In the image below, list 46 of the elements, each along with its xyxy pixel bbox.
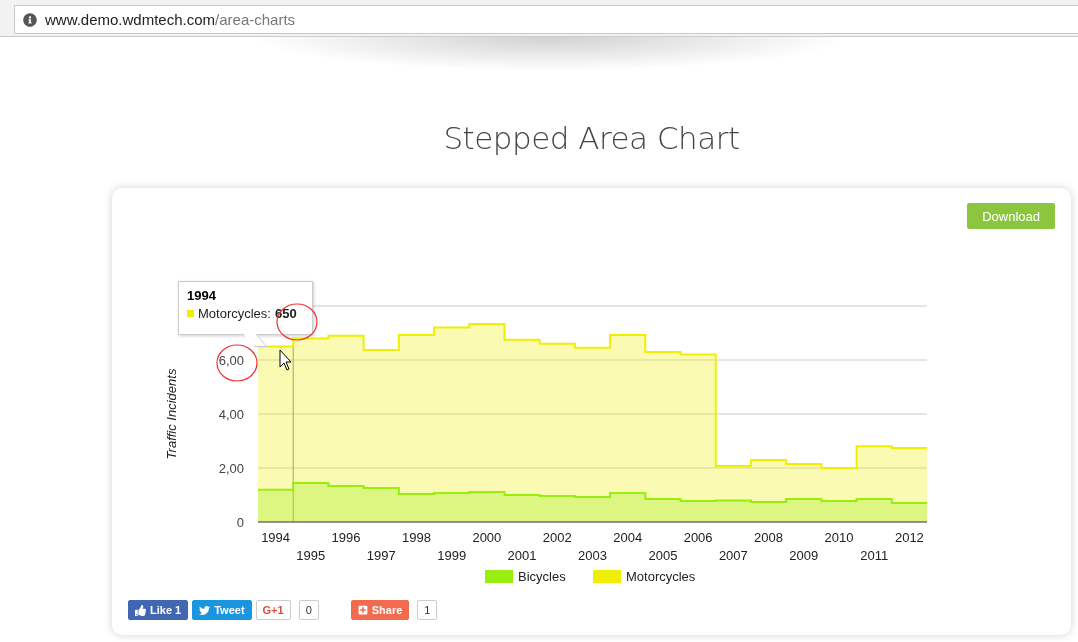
legend-label: Motorcycles — [626, 569, 696, 584]
share-count: 1 — [417, 600, 438, 620]
page-title: Stepped Area Chart — [442, 120, 741, 156]
tooltip-label: Motorcycles: — [198, 306, 271, 321]
tooltip-swatch — [187, 310, 194, 317]
legend-label: Bicycles — [518, 569, 566, 584]
bird-icon — [199, 604, 211, 616]
x-tick-label: 2008 — [754, 530, 783, 545]
x-tick-label: 2001 — [507, 548, 537, 563]
download-button[interactable]: Download — [967, 203, 1055, 229]
tooltip-title: 1994 — [187, 288, 217, 303]
thumbs-up-icon — [135, 604, 146, 616]
info-icon[interactable] — [23, 12, 37, 27]
url-path: /area-charts — [215, 11, 296, 28]
x-tick-label: 2012 — [894, 530, 924, 545]
x-tick-label: 1996 — [331, 530, 361, 545]
x-tick-label: 2002 — [542, 530, 572, 545]
x-tick-label: 2000 — [472, 530, 502, 545]
x-tick-label: 1999 — [437, 548, 467, 563]
x-tick-label: 2011 — [860, 548, 889, 563]
y-tick-label: 0 — [236, 515, 244, 530]
annotation-circle — [216, 344, 258, 382]
facebook-button[interactable]: Like 1 — [128, 600, 189, 620]
y-tick-label: 6,00 — [218, 353, 244, 368]
y-axis-title: Traffic Incidents — [164, 368, 179, 460]
share-button[interactable]: Share — [350, 600, 410, 620]
x-tick-label: 2009 — [789, 548, 819, 563]
url-host: www.demo.wdmtech.com — [45, 11, 216, 28]
x-tick-label: 1995 — [296, 548, 326, 563]
x-tick-label: 1997 — [366, 548, 396, 563]
cursor-icon — [279, 349, 292, 371]
twitter-button[interactable]: Tweet — [192, 600, 252, 620]
gplus-button[interactable]: G+1 — [255, 600, 291, 620]
y-tick-label: 4,00 — [218, 407, 244, 422]
x-tick-label: 2007 — [718, 548, 748, 563]
x-tick-label: 2005 — [648, 548, 678, 563]
x-tick-label: 2010 — [824, 530, 854, 545]
plus-icon — [357, 605, 368, 615]
x-tick-label: 1994 — [261, 530, 291, 545]
x-tick-label: 2006 — [683, 530, 713, 545]
address-bar[interactable]: www.demo.wdmtech.com/area-charts — [14, 5, 1078, 34]
share-count: 0 — [298, 600, 319, 620]
x-tick-label: 1998 — [402, 530, 431, 545]
x-tick-label: 2004 — [613, 530, 643, 545]
x-tick-label: 2003 — [578, 548, 607, 563]
y-tick-label: 2,00 — [218, 461, 244, 476]
